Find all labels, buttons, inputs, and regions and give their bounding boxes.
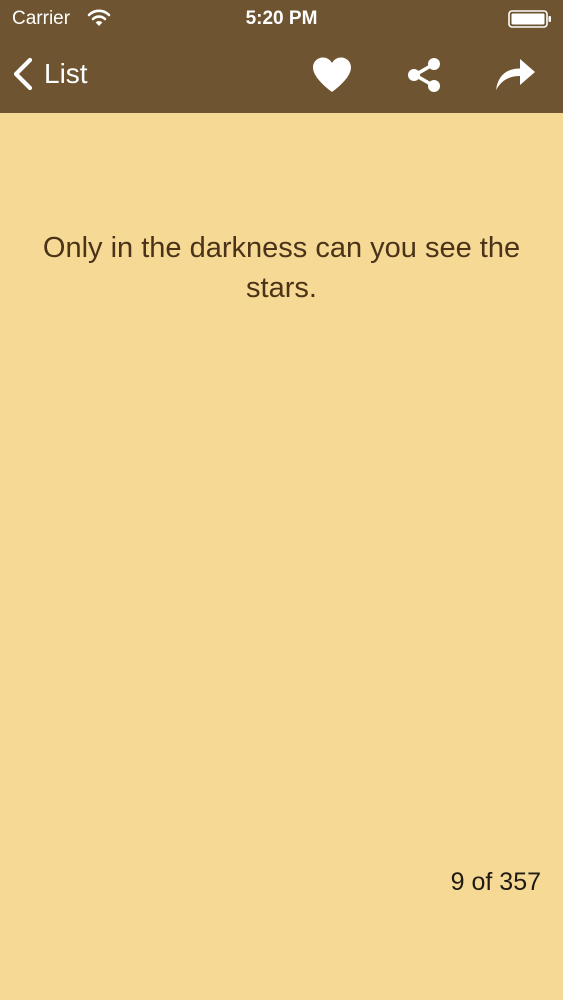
forward-button[interactable] bbox=[490, 52, 540, 98]
back-button-label: List bbox=[44, 58, 88, 89]
status-bar: Carrier 5:20 PM bbox=[0, 0, 563, 38]
share-icon bbox=[408, 58, 440, 92]
status-time: 5:20 PM bbox=[245, 8, 318, 29]
heart-icon bbox=[313, 57, 351, 92]
quote-text: Only in the darkness can you see the sta… bbox=[42, 232, 521, 304]
quote-screen: Carrier 5:20 PM List Only in the darknes… bbox=[0, 0, 563, 1000]
page-counter: 9 of 357 bbox=[450, 868, 541, 896]
back-button[interactable]: List bbox=[10, 52, 88, 96]
chevron-left-icon bbox=[13, 57, 33, 91]
forward-arrow-icon bbox=[496, 59, 535, 90]
share-button[interactable] bbox=[399, 52, 449, 98]
favorite-button[interactable] bbox=[307, 52, 357, 98]
top-bar: Carrier 5:20 PM List bbox=[0, 0, 563, 113]
battery-icon bbox=[508, 10, 551, 28]
navigation-bar: List bbox=[0, 38, 563, 113]
